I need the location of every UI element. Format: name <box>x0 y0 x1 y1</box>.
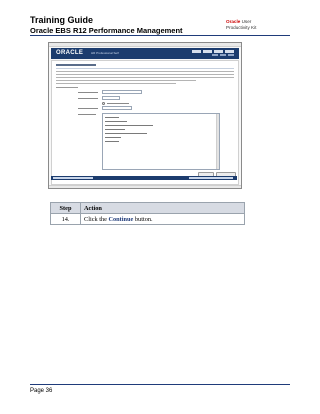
oracle-logo: ORACLE <box>56 50 84 56</box>
brand-user: User <box>241 19 252 24</box>
table-header-row: Step Action <box>50 202 245 214</box>
browser-statusbar <box>49 185 241 188</box>
instruction-line <box>56 80 196 81</box>
copyright-text <box>189 177 233 179</box>
action-column-header: Action <box>80 202 245 214</box>
instruction-line <box>56 71 234 72</box>
instruction-line <box>56 74 234 75</box>
global-sublinks <box>212 54 234 56</box>
field-type-select[interactable] <box>102 96 120 100</box>
page-number: Page 36 <box>30 388 53 394</box>
form-title <box>56 64 96 66</box>
step-column-header: Step <box>50 202 81 214</box>
step-number: 14. <box>50 213 81 225</box>
action-text-pre: Click the <box>84 215 109 223</box>
guide-title: Training Guide <box>30 15 94 25</box>
questionnaire-form <box>51 60 239 185</box>
field-name-label <box>78 108 98 110</box>
brand-logo: Oracle User Productivity Kit <box>226 19 256 30</box>
module-name: HR Professional Self <box>91 51 119 55</box>
html-text-label <box>78 114 96 116</box>
global-links <box>192 50 234 53</box>
option-label <box>107 103 129 105</box>
field-name-input[interactable] <box>102 106 132 110</box>
footer-divider <box>30 384 290 385</box>
text-area-scrollbar[interactable] <box>216 114 219 169</box>
table-row: 14. Click the Continue button. <box>50 213 245 225</box>
required-note <box>56 87 78 88</box>
step-table: Step Action 14. Click the Continue butto… <box>50 202 245 225</box>
brand-oracle: Oracle <box>226 19 241 24</box>
guide-subtitle: Oracle EBS R12 Performance Management <box>30 26 183 35</box>
instruction-line <box>56 77 234 78</box>
questionnaire-name-label <box>78 92 98 94</box>
instruction-line <box>56 83 176 84</box>
questionnaire-name-field[interactable] <box>102 90 142 94</box>
header-divider <box>30 35 290 36</box>
action-text-post: button. <box>133 215 153 223</box>
app-banner: ORACLE HR Professional Self <box>51 48 239 59</box>
footer-left-links <box>53 177 93 179</box>
action-text-emphasis: Continue <box>108 215 134 223</box>
field-type-label <box>78 98 98 100</box>
html-text-area[interactable] <box>102 113 220 170</box>
option-radio[interactable] <box>102 102 105 105</box>
browser-toolbar <box>49 43 241 47</box>
step-action: Click the Continue button. <box>80 213 245 225</box>
application-screenshot: ORACLE HR Professional Self <box>48 42 242 189</box>
brand-kit: Productivity Kit <box>226 24 257 30</box>
title-rule <box>56 68 234 69</box>
